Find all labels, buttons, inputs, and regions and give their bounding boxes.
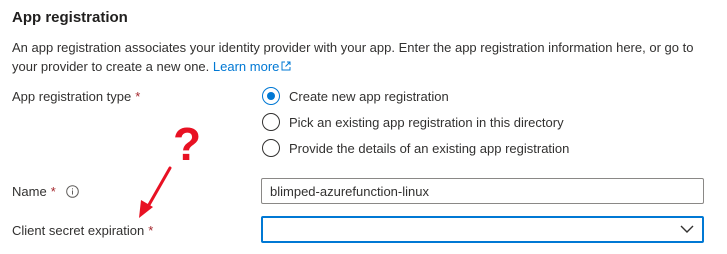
arrow-annotation-icon <box>139 166 172 218</box>
client-secret-expiration-label-text: Client secret expiration <box>12 223 145 238</box>
radio-create-new[interactable]: Create new app registration <box>262 86 449 106</box>
required-asterisk: * <box>135 89 141 104</box>
external-link-icon <box>281 61 291 71</box>
radio-provide-details-label: Provide the details of an existing app r… <box>289 140 570 156</box>
radio-create-new-label: Create new app registration <box>289 88 449 104</box>
learn-more-label: Learn more <box>212 59 280 74</box>
radio-provide-details[interactable]: Provide the details of an existing app r… <box>262 138 569 158</box>
registration-type-label-text: App registration type <box>12 89 132 104</box>
name-label: Name * <box>12 184 79 199</box>
section-description: An app registration associates your iden… <box>12 38 717 76</box>
radio-pick-existing[interactable]: Pick an existing app registration in thi… <box>262 112 564 132</box>
section-title: App registration <box>12 9 128 26</box>
radio-unselected-icon[interactable] <box>262 139 280 157</box>
name-label-text: Name <box>12 184 47 199</box>
radio-selected-icon[interactable] <box>262 87 280 105</box>
radio-unselected-icon[interactable] <box>262 113 280 131</box>
name-input[interactable] <box>261 178 704 204</box>
question-mark-annotation: ? <box>173 118 201 170</box>
radio-pick-existing-label: Pick an existing app registration in thi… <box>289 114 564 130</box>
client-secret-expiration-dropdown[interactable] <box>261 216 704 243</box>
app-registration-panel: App registration An app registration ass… <box>0 0 727 254</box>
description-text: An app registration associates your iden… <box>12 40 694 74</box>
chevron-down-icon[interactable] <box>680 224 694 234</box>
client-secret-expiration-label: Client secret expiration * <box>12 223 153 238</box>
info-icon[interactable] <box>65 185 79 198</box>
required-asterisk: * <box>50 184 56 199</box>
required-asterisk: * <box>148 223 154 238</box>
registration-type-label: App registration type * <box>12 89 140 104</box>
learn-more-link[interactable]: Learn more <box>213 59 291 74</box>
